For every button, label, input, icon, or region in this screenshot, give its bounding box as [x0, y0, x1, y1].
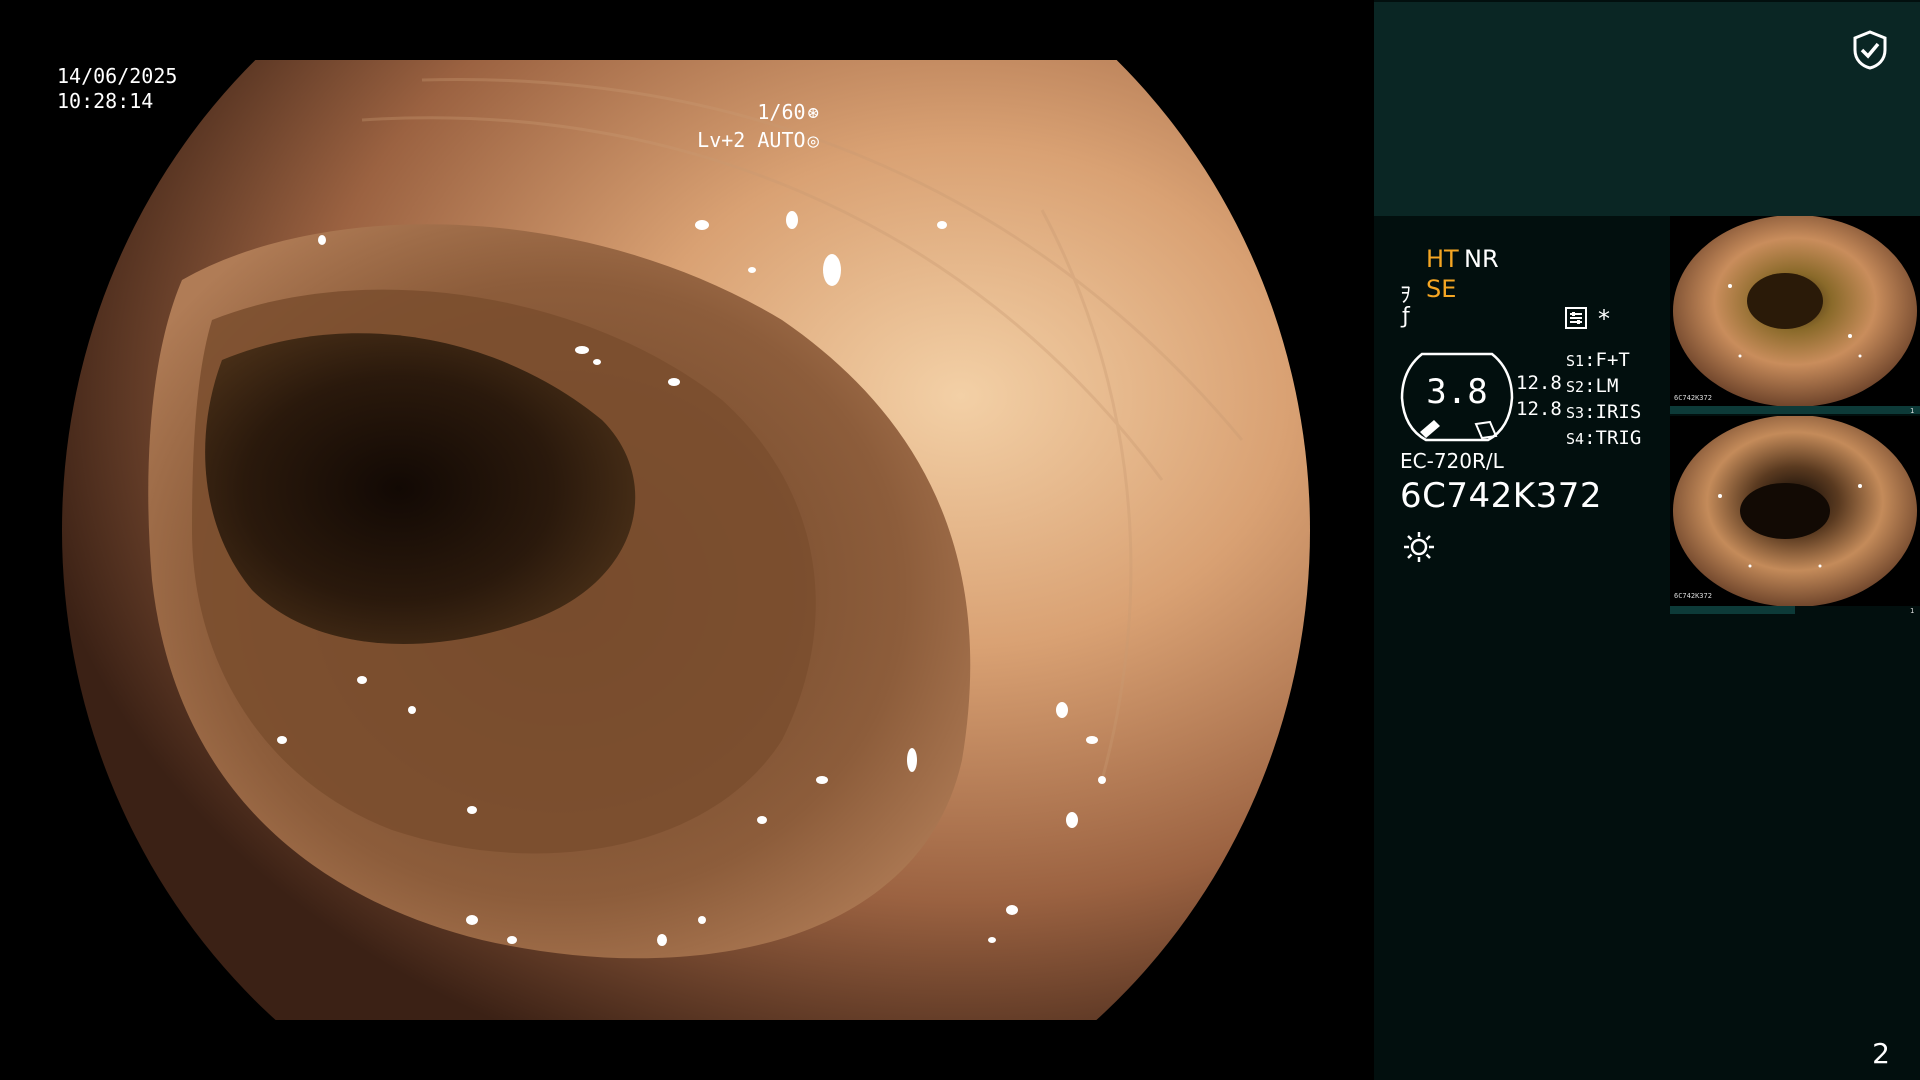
shield-check-icon[interactable] — [1852, 30, 1888, 70]
switch-assignments: S1:F+T S2:LM S3:IRIS S4:TRIG — [1566, 348, 1641, 452]
shutter-speed: 1/60 — [757, 100, 806, 124]
status-sidebar: HT NR ｦ SE ƒ * 3.8 12.8 12.8 S1:F+T S2:L… — [1374, 0, 1920, 1080]
thumbnail-2-caption: 6C742K372 — [1674, 592, 1712, 600]
endoscope-view-area: 14/06/2025 10:28:14 1/60 ⊛ Lv+2 AUTO ◎ — [0, 0, 1374, 1080]
scope-model: EC-720R/L — [1400, 449, 1504, 473]
brightness-2: 12.8 — [1516, 398, 1562, 420]
timestamp: 14/06/2025 10:28:14 — [57, 64, 177, 114]
brightness-values: 12.8 12.8 — [1516, 370, 1562, 422]
flat-icon: ƒ — [1402, 304, 1410, 329]
thumbnail-1-bar — [1670, 406, 1920, 414]
switch-value: TRIG — [1595, 427, 1642, 449]
se-label: SE — [1426, 275, 1457, 303]
switch-key: S3 — [1566, 404, 1585, 422]
top-band — [1374, 2, 1920, 216]
sliders-icon — [1565, 307, 1587, 329]
scope-serial: 6C742K372 — [1400, 476, 1602, 516]
date-text: 14/06/2025 — [57, 64, 178, 88]
switch-value: IRIS — [1595, 401, 1642, 423]
gauge-value: 3.8 — [1426, 372, 1488, 412]
switch-row: S1:F+T — [1566, 349, 1630, 371]
capture-thumbnail-1[interactable] — [1670, 216, 1920, 406]
switch-value: F+T — [1595, 349, 1630, 371]
switch-row: S3:IRIS — [1566, 401, 1642, 423]
exposure-info: 1/60 ⊛ Lv+2 AUTO ◎ — [697, 99, 819, 155]
endoscope-image — [62, 60, 1310, 1020]
iris-icon: ◎ — [807, 130, 819, 152]
brightness-1: 12.8 — [1516, 372, 1562, 394]
thumbnail-2-index: 1 — [1910, 607, 1915, 615]
time-text: 10:28:14 — [57, 89, 154, 113]
level-row: Lv+2 AUTO ◎ — [697, 127, 819, 155]
thumbnail-2-bar — [1670, 606, 1795, 614]
thumbnail-1-caption: 6C742K372 — [1674, 394, 1712, 402]
page-number: 2 — [1872, 1037, 1890, 1070]
switch-value: LM — [1595, 375, 1619, 397]
switch-key: S1 — [1566, 352, 1585, 370]
switch-key: S2 — [1566, 378, 1585, 396]
capture-thumbnail-2[interactable] — [1670, 416, 1920, 606]
switch-row: S4:TRIG — [1566, 427, 1642, 449]
shutter-row: 1/60 ⊛ — [697, 99, 819, 127]
switch-key: S4 — [1566, 430, 1585, 448]
switch-row: S2:LM — [1566, 375, 1619, 397]
ht-label: HT — [1426, 245, 1459, 273]
light-source-icon — [1404, 532, 1434, 562]
level-value: Lv+2 AUTO — [697, 128, 806, 152]
nr-label: NR — [1464, 245, 1499, 273]
asterisk-indicator: * — [1598, 305, 1610, 333]
thumbnail-1-index: 1 — [1910, 407, 1915, 415]
aperture-icon: ⊛ — [807, 102, 819, 124]
